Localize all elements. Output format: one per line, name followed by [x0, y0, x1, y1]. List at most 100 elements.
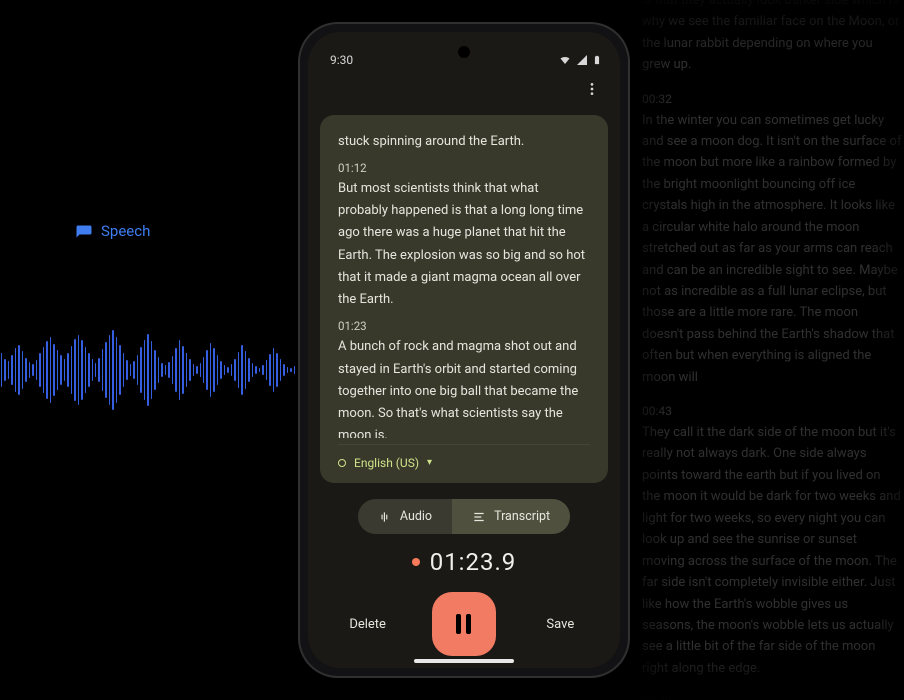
transcript-segment: A bunch of rock and magma shot out and s…: [338, 336, 590, 437]
waveform-bar: [29, 362, 30, 378]
action-row: Delete Save: [308, 592, 620, 656]
view-segmented-control: Audio Transcript: [308, 499, 620, 534]
waveform-bar: [126, 360, 127, 380]
more-vertical-icon: [584, 81, 600, 97]
transcript-segment: But most scientists think that what prob…: [338, 178, 590, 311]
more-options-button[interactable]: [578, 75, 606, 103]
waveform-bar: [290, 368, 291, 372]
waveform-bar: [241, 345, 242, 395]
waveform-bar: [189, 359, 190, 381]
chevron-down-icon: ▾: [427, 454, 432, 471]
tab-audio-label: Audio: [400, 509, 432, 524]
waveform-bar: [179, 340, 180, 400]
waveform-bar: [294, 366, 295, 374]
audio-waveform-icon: [378, 510, 392, 524]
waveform-bar: [50, 337, 51, 403]
waveform-bar: [102, 349, 103, 391]
save-button[interactable]: Save: [525, 617, 595, 632]
waveform-bar: [4, 359, 5, 381]
bg-transcript-segment: is that they actually look darker side w…: [642, 0, 902, 76]
audio-waveform: [0, 310, 320, 430]
waveform-bar: [32, 364, 33, 376]
waveform-bar: [95, 363, 96, 377]
waveform-bar: [269, 354, 270, 386]
waveform-bar: [92, 359, 93, 381]
pause-icon: [456, 614, 471, 634]
waveform-bar: [53, 344, 54, 396]
tab-transcript-label: Transcript: [494, 509, 550, 524]
waveform-bar: [88, 353, 89, 387]
waveform-bar: [123, 353, 124, 387]
waveform-bar: [71, 346, 72, 394]
waveform-bar: [81, 340, 82, 400]
waveform-bar: [280, 359, 281, 381]
language-selector[interactable]: English (US) ▾: [338, 444, 590, 473]
waveform-bar: [245, 351, 246, 389]
waveform-bar: [133, 361, 134, 379]
camera-punch-hole: [458, 46, 470, 58]
waveform-bar: [217, 355, 218, 385]
waveform-bar: [109, 335, 110, 405]
waveform-bar: [112, 330, 113, 410]
waveform-bar: [238, 352, 239, 388]
waveform-bar: [78, 335, 79, 405]
waveform-bar: [259, 368, 260, 372]
waveform-bar: [276, 353, 277, 387]
speech-label-text: Speech: [101, 222, 150, 240]
waveform-bar: [144, 340, 145, 400]
waveform-bar: [252, 363, 253, 377]
waveform-bar: [248, 358, 249, 382]
waveform-bar: [158, 357, 159, 383]
recording-timer: 01:23.9: [308, 548, 620, 576]
transcript-panel: stuck spinning around the Earth. 01:12But…: [320, 115, 608, 483]
waveform-bar: [64, 359, 65, 381]
background-fade: [630, 0, 904, 700]
transcript-fragment: stuck spinning around the Earth.: [338, 131, 590, 153]
waveform-bar: [234, 359, 235, 381]
waveform-bar: [273, 348, 274, 392]
bg-transcript-timestamp: 00:32: [642, 90, 902, 110]
statusbar-icons: [558, 53, 602, 67]
waveform-bar: [220, 361, 221, 379]
phone-device-frame: 9:30 stuck spinning around the Earth.01:…: [298, 22, 630, 678]
transcript-scroll-area[interactable]: stuck spinning around the Earth. 01:12But…: [338, 131, 590, 438]
language-active-icon: [338, 459, 346, 467]
battery-icon: [592, 53, 602, 67]
waveform-bar: [18, 345, 19, 395]
waveform-bar: [43, 347, 44, 393]
waveform-bar: [172, 356, 173, 384]
bg-transcript-timestamp: 00:43: [642, 402, 902, 422]
waveform-bar: [39, 353, 40, 387]
waveform-bar: [36, 360, 37, 380]
waveform-bar: [8, 361, 9, 379]
transcript-lines-icon: [472, 510, 486, 524]
background-transcript: is that they actually look darker side w…: [642, 0, 902, 700]
waveform-bar: [154, 350, 155, 390]
waveform-bar: [182, 346, 183, 394]
waveform-bar: [213, 348, 214, 392]
waveform-bar: [200, 363, 201, 377]
waveform-bar: [151, 341, 152, 399]
waveform-bar: [186, 353, 187, 387]
language-label: English (US): [354, 453, 419, 473]
waveform-bar: [224, 365, 225, 375]
waveform-bar: [1, 353, 2, 387]
pause-button[interactable]: [432, 592, 496, 656]
waveform-bar: [98, 358, 99, 382]
phone-screen: 9:30 stuck spinning around the Earth.01:…: [308, 32, 620, 668]
transcript-timestamp: 01:12: [338, 159, 590, 179]
waveform-bar: [283, 364, 284, 376]
home-indicator[interactable]: [414, 659, 514, 663]
waveform-bar: [140, 347, 141, 393]
app-topbar: [308, 69, 620, 105]
waveform-bar: [193, 364, 194, 376]
signal-icon: [576, 54, 588, 66]
tab-audio[interactable]: Audio: [358, 499, 452, 534]
waveform-bar: [67, 353, 68, 387]
transcript-timestamp: 01:23: [338, 317, 590, 337]
waveform-bar: [210, 343, 211, 397]
tab-transcript[interactable]: Transcript: [452, 499, 570, 534]
waveform-bar: [196, 366, 197, 374]
delete-button[interactable]: Delete: [333, 617, 403, 632]
waveform-bar: [46, 341, 47, 399]
